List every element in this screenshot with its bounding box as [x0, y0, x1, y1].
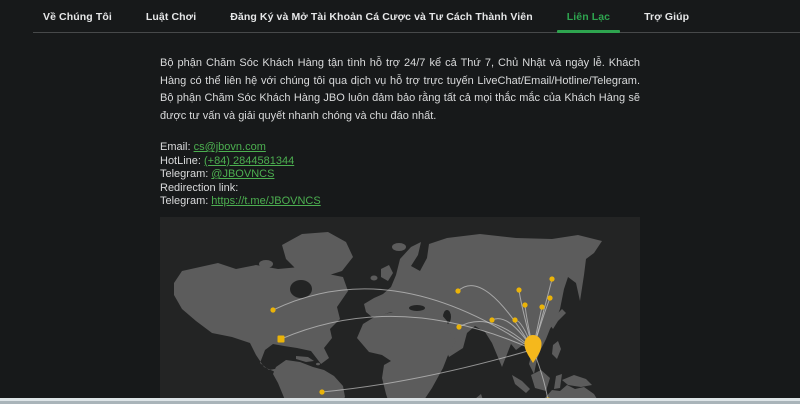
map-location-dot: [547, 295, 552, 300]
map-location-dot: [539, 304, 544, 309]
telegram-link[interactable]: @JBOVNCS: [211, 168, 274, 180]
top-nav: Về Chúng Tôi Luật Chơi Đăng Ký và Mở Tài…: [33, 0, 800, 33]
telegram-label: Telegram:: [160, 168, 208, 180]
map-location-dot: [455, 288, 460, 293]
contact-content: Bộ phận Chăm Sóc Khách Hàng tận tình hỗ …: [160, 55, 640, 404]
telegram-redirect-link[interactable]: https://t.me/JBOVNCS: [211, 195, 320, 207]
redirection-label: Redirection link:: [160, 182, 238, 194]
location-pin-icon: [525, 335, 542, 363]
map-location-dot: [516, 287, 521, 292]
contact-hotline-row: HotLine:(+84) 2844581344: [160, 155, 640, 169]
email-link[interactable]: cs@jbovn.com: [194, 141, 266, 153]
world-map: [160, 217, 640, 404]
contact-email-row: Email:cs@jbovn.com: [160, 141, 640, 155]
world-map-svg: [160, 217, 640, 404]
map-location-dot: [278, 335, 285, 342]
contact-telegram-row: Telegram:@JBOVNCS: [160, 168, 640, 182]
nav-tab-rules[interactable]: Luật Chơi: [136, 2, 206, 32]
redirection-link-row: Redirection link:: [160, 182, 640, 196]
map-location-dot: [512, 317, 517, 322]
contact-list: Email:cs@jbovn.com HotLine:(+84) 2844581…: [160, 141, 640, 209]
contact-page: Về Chúng Tôi Luật Chơi Đăng Ký và Mở Tài…: [0, 0, 800, 404]
map-location-dot: [489, 317, 494, 322]
telegram-redirect-row: Telegram:https://t.me/JBOVNCS: [160, 195, 640, 209]
support-intro-paragraph: Bộ phận Chăm Sóc Khách Hàng tận tình hỗ …: [160, 55, 640, 125]
hotline-link[interactable]: (+84) 2844581344: [204, 155, 294, 167]
telegram-redirect-label: Telegram:: [160, 195, 208, 207]
map-location-dot: [270, 307, 275, 312]
map-location-dot: [549, 276, 554, 281]
map-location-dot: [319, 389, 324, 394]
hotline-label: HotLine:: [160, 155, 201, 167]
continents: [174, 232, 602, 404]
nav-tab-about[interactable]: Về Chúng Tôi: [33, 2, 122, 32]
nav-tab-help[interactable]: Trợ Giúp: [634, 2, 699, 32]
nav-tab-registration[interactable]: Đăng Ký và Mở Tài Khoản Cá Cược và Tư Cá…: [220, 2, 542, 32]
email-label: Email:: [160, 141, 191, 153]
nav-tab-contact[interactable]: Liên Lạc: [557, 2, 620, 32]
map-location-dot: [522, 302, 527, 307]
map-location-dot: [456, 324, 461, 329]
